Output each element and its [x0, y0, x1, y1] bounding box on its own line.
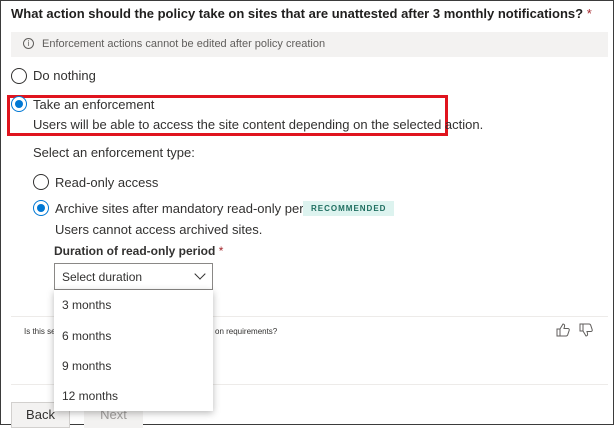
archive-radio[interactable]: [33, 200, 49, 216]
duration-dropdown-placeholder: Select duration: [62, 270, 143, 284]
feedback-question-end: on requirements?: [215, 327, 278, 336]
recommended-badge: RECOMMENDED: [303, 201, 395, 216]
archive-label[interactable]: Archive sites after mandatory read-only …: [55, 201, 321, 216]
do-nothing-label[interactable]: Do nothing: [33, 68, 96, 83]
feedback-question-start: Is this se: [24, 327, 56, 336]
duration-option[interactable]: 12 months: [62, 389, 118, 403]
duration-dropdown[interactable]: Select duration: [54, 263, 213, 290]
info-icon: i: [23, 38, 34, 49]
read-only-radio[interactable]: [33, 174, 49, 190]
take-enforcement-radio[interactable]: [11, 96, 27, 112]
take-enforcement-description: Users will be able to access the site co…: [33, 117, 484, 132]
duration-menu: 3 months 6 months 9 months 12 months: [54, 290, 213, 411]
duration-required-mark: *: [218, 244, 224, 258]
read-only-label[interactable]: Read-only access: [55, 175, 158, 190]
question-heading: What action should the policy take on si…: [11, 6, 592, 21]
take-enforcement-label[interactable]: Take an enforcement: [33, 97, 154, 112]
archive-description: Users cannot access archived sites.: [55, 222, 263, 237]
duration-option[interactable]: 3 months: [62, 298, 111, 312]
duration-label: Duration of read-only period *: [54, 244, 223, 258]
duration-option[interactable]: 9 months: [62, 359, 111, 373]
duration-option[interactable]: 6 months: [62, 329, 111, 343]
info-bar: i Enforcement actions cannot be edited a…: [11, 32, 608, 57]
duration-label-text: Duration of read-only period: [54, 244, 216, 258]
question-text: What action should the policy take on si…: [11, 6, 584, 21]
chevron-down-icon: [194, 268, 206, 280]
enforcement-type-heading: Select an enforcement type:: [33, 145, 195, 160]
required-mark: *: [586, 6, 592, 21]
thumbs-down-icon[interactable]: [578, 322, 594, 338]
do-nothing-radio[interactable]: [11, 68, 27, 84]
info-text: Enforcement actions cannot be edited aft…: [42, 38, 326, 50]
thumbs-up-icon[interactable]: [555, 322, 571, 338]
